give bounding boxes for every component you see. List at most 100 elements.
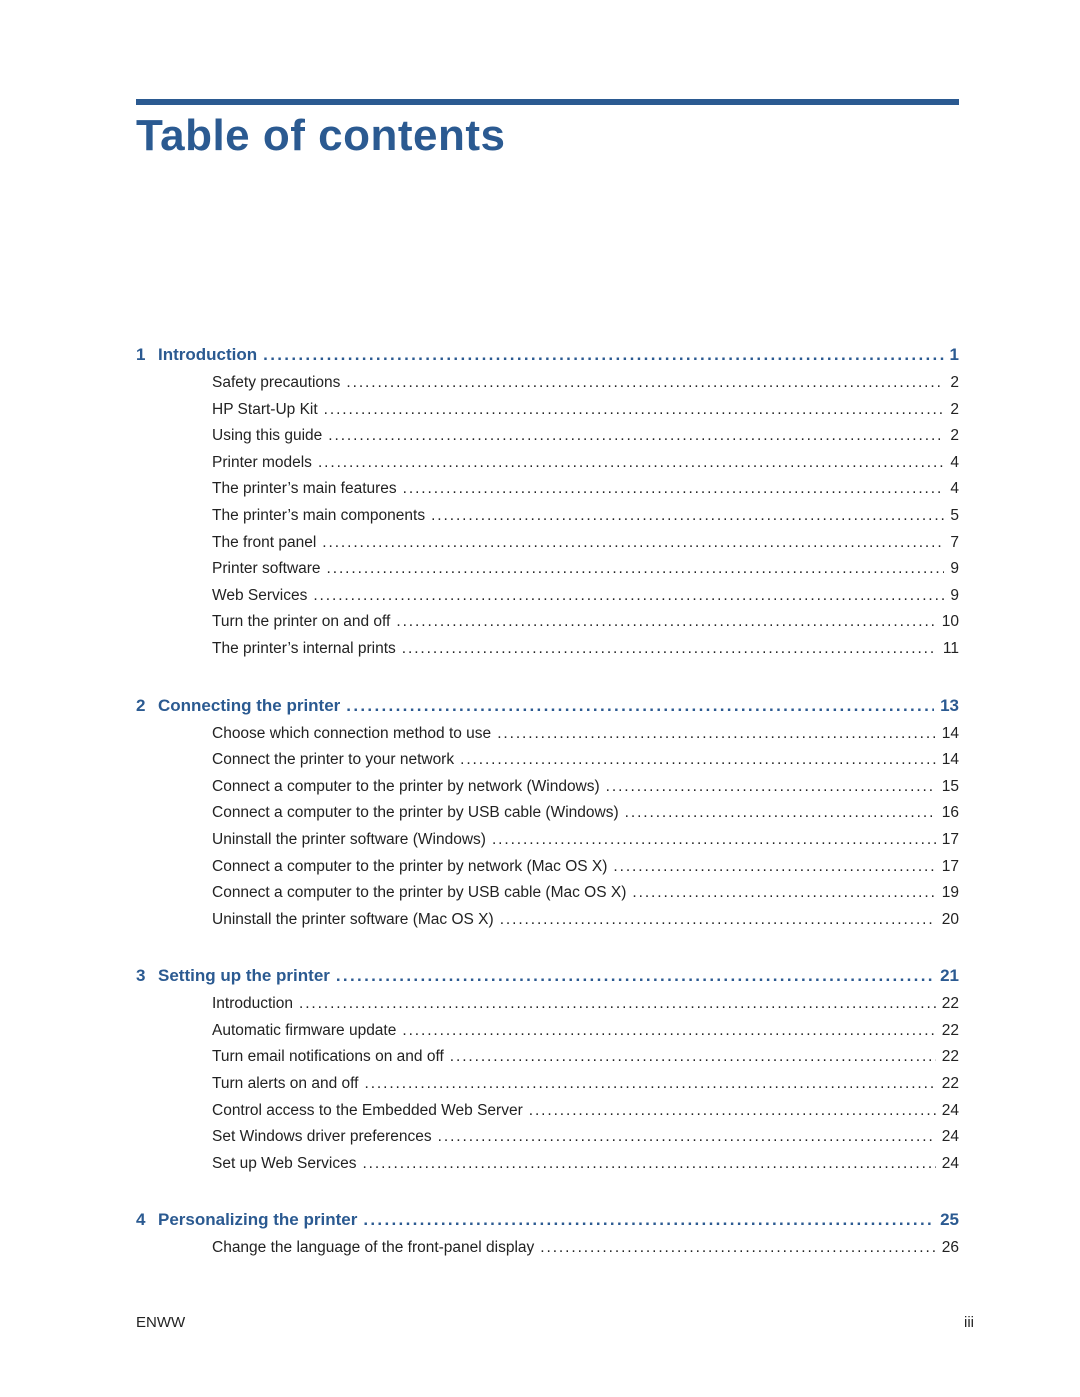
section-title: Set up Web Services [212,1154,357,1172]
dot-leader [632,880,935,907]
section-page-number: 24 [941,1154,959,1172]
dot-leader [431,503,944,530]
section-page-number: 20 [941,910,959,928]
chapter-page-number: 25 [940,1210,959,1230]
dot-leader [263,342,943,368]
section-title: The printer’s main components [212,506,426,524]
section-page-number: 15 [941,777,959,795]
dot-leader [529,1098,936,1125]
section-page-number: 26 [941,1239,959,1257]
dot-leader [625,800,936,827]
toc-section-entry[interactable]: Control access to the Embedded Web Serve… [136,1098,959,1125]
toc-section-entry[interactable]: Connect a computer to the printer by net… [136,774,959,801]
toc-chapter-entry[interactable]: 3 Setting up the printer 21 [136,963,959,989]
section-title: Control access to the Embedded Web Serve… [212,1101,523,1119]
toc-section-entry[interactable]: Printer software 9 [136,556,959,583]
toc-section-entry[interactable]: Web Services 9 [136,583,959,610]
section-page-number: 2 [950,374,959,391]
chapter-number: 1 [136,345,146,364]
toc-section-entry[interactable]: Turn email notifications on and off 22 [136,1044,959,1071]
footer-locale-code: ENWW [136,1314,186,1331]
section-page-number: 10 [941,613,959,631]
chapter-gap [136,1177,959,1207]
section-title: Connect a computer to the printer by USB… [212,884,627,902]
toc-section-entry[interactable]: Connect a computer to the printer by net… [136,854,959,881]
section-title: Turn alerts on and off [212,1075,359,1093]
toc-section-entry[interactable]: Set up Web Services 24 [136,1151,959,1178]
toc-section-entry[interactable]: Set Windows driver preferences 24 [136,1124,959,1151]
toc-chapter-entry[interactable]: 4 Personalizing the printer 25 [136,1207,959,1233]
table-of-contents: 1Introduction1Safety precautions2HP Star… [136,342,959,1262]
section-title: HP Start-Up Kit [212,400,318,418]
section-title: Uninstall the printer software (Mac OS X… [212,910,494,928]
section-title: Turn the printer on and off [212,613,391,631]
dot-leader [402,1018,935,1045]
dot-leader [492,827,936,854]
dot-leader [497,721,936,748]
section-page-number: 9 [950,586,959,604]
dot-leader [500,907,936,934]
chapter-number: 2 [136,695,146,715]
toc-section-entry[interactable]: The front panel 7 [136,530,959,557]
toc-section-entry[interactable]: Turn the printer on and off 10 [136,609,959,636]
dot-leader [313,583,944,610]
section-title: Choose which connection method to use [212,724,492,742]
dot-leader [460,747,936,774]
section-title: Printer software [212,560,321,578]
section-title: Connect the printer to your network [212,751,455,769]
toc-chapter-entry[interactable]: 2 Connecting the printer 13 [136,693,959,719]
toc-section-entry[interactable]: Introduction 22 [136,991,959,1018]
dot-leader [322,530,944,557]
section-page-number: 17 [941,857,959,875]
section-page-number: 24 [941,1128,959,1146]
toc-section-entry[interactable]: The printer’s main features 4 [136,476,959,503]
section-page-number: 24 [941,1101,959,1119]
dot-leader [346,693,934,719]
dot-leader [327,556,945,583]
dot-leader [438,1124,936,1151]
dot-leader [328,423,944,450]
chapter-gap [136,663,959,693]
dot-leader [324,397,945,424]
toc-section-entry[interactable]: Uninstall the printer software (Windows)… [136,827,959,854]
toc-section-entry[interactable]: Safety precautions 2 [136,370,959,397]
section-title: Using this guide [212,427,323,445]
toc-section-entry[interactable]: Connect a computer to the printer by USB… [136,880,959,907]
section-page-number: 14 [941,751,959,769]
toc-section-entry[interactable]: Connect a computer to the printer by USB… [136,800,959,827]
section-page-number: 4 [950,480,959,498]
dot-leader [540,1235,935,1262]
dot-leader [336,963,934,989]
dot-leader [363,1207,934,1233]
section-page-number: 2 [950,427,959,445]
toc-section-entry[interactable]: The printer’s main components 5 [136,503,959,530]
chapter-number: 3 [136,966,146,986]
toc-section-entry[interactable]: Using this guide 2 [136,423,959,450]
toc-section-entry[interactable]: Change the language of the front-panel d… [136,1235,959,1262]
toc-section-entry[interactable]: Uninstall the printer software (Mac OS X… [136,907,959,934]
section-title: Connect a computer to the printer by net… [212,777,600,795]
toc-section-entry[interactable]: HP Start-Up Kit 2 [136,397,959,424]
dot-leader [402,636,937,663]
dot-leader [362,1151,935,1178]
toc-section-entry[interactable]: Automatic firmware update 22 [136,1018,959,1045]
section-title: Turn email notifications on and off [212,1048,444,1066]
section-page-number: 19 [941,884,959,902]
section-page-number: 4 [950,453,959,471]
dot-leader [364,1071,935,1098]
toc-section-entry[interactable]: Turn alerts on and off 22 [136,1071,959,1098]
dot-leader [606,774,936,801]
toc-section-entry[interactable]: The printer’s internal prints 11 [136,636,959,663]
section-page-number: 5 [950,506,959,524]
toc-section-entry[interactable]: Printer models 4 [136,450,959,477]
toc-chapter-entry[interactable]: 1 Introduction 1 [136,342,959,368]
chapter-title: Introduction [158,345,258,364]
section-title: Printer models [212,453,312,471]
section-title: Automatic firmware update [212,1021,397,1039]
toc-section-entry[interactable]: Connect the printer to your network 14 [136,747,959,774]
dot-leader [396,609,935,636]
section-page-number: 22 [941,1048,959,1066]
section-title: Introduction [212,995,293,1013]
toc-section-entry[interactable]: Choose which connection method to use 14 [136,721,959,748]
chapter-title: Setting up the printer [158,966,330,986]
